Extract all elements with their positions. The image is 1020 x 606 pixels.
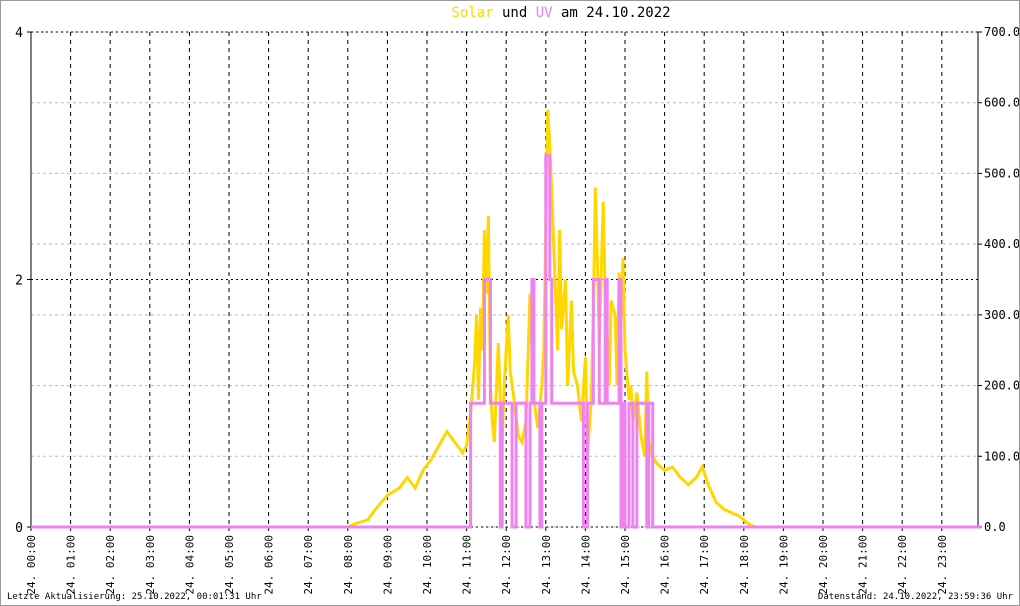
x-tick-label: 24. 07:00 <box>302 535 315 595</box>
x-tick-label: 24. 19:00 <box>777 535 790 595</box>
x-tick-label: 24. 01:00 <box>65 535 78 595</box>
x-tick-label: 24. 00:00 <box>25 535 38 595</box>
x-tick-label: 24. 16:00 <box>659 535 672 595</box>
right-tick-label: 100.0 <box>984 449 1020 463</box>
right-tick-label: 500.0 <box>984 166 1020 180</box>
chart-svg: 0.0100.0200.0300.0400.0500.0600.0700.002… <box>15 25 1020 595</box>
right-tick-label: 0.0 <box>984 520 1006 534</box>
x-tick-label: 24. 17:00 <box>698 535 711 595</box>
x-tick-label: 24. 12:00 <box>500 535 513 595</box>
x-tick-label: 24. 02:00 <box>104 535 117 595</box>
x-tick-label: 24. 08:00 <box>342 535 355 595</box>
x-tick-label: 24. 04:00 <box>183 535 196 595</box>
x-tick-label: 24. 13:00 <box>540 535 553 595</box>
x-tick-label: 24. 11:00 <box>461 535 474 595</box>
right-tick-label: 600.0 <box>984 96 1020 110</box>
chart-window: Solar und UV am 24.10.2022 0.0 100.0 200.0… <box>0 0 1020 606</box>
right-tick-label: 300.0 <box>984 308 1020 322</box>
right-tick-label: 200.0 <box>984 379 1020 393</box>
left-tick-label: 2 <box>15 274 23 289</box>
left-tick-label: 4 <box>15 26 23 41</box>
x-tick-label: 24. 14:00 <box>579 535 592 595</box>
x-tick-label: 24. 22:00 <box>896 535 909 595</box>
x-tick-label: 24. 20:00 <box>817 535 830 595</box>
x-tick-label: 24. 03:00 <box>144 535 157 595</box>
right-tick-label: 700.0 <box>984 25 1020 39</box>
x-tick-label: 24. 10:00 <box>421 535 434 595</box>
x-tick-label: 24. 09:00 <box>381 535 394 595</box>
x-tick-label: 24. 18:00 <box>738 535 751 595</box>
data-status-text: Datenstand: 24.10.2022, 23:59:36 Uhr <box>817 592 1013 602</box>
x-tick-label: 24. 06:00 <box>263 535 276 595</box>
x-tick-label: 24. 21:00 <box>857 535 870 595</box>
x-tick-label: 24. 15:00 <box>619 535 632 595</box>
last-update-text: Letzte Aktualisierung: 25.10.2022, 00:01… <box>7 592 262 602</box>
x-tick-label: 24. 05:00 <box>223 535 236 595</box>
right-tick-label: 400.0 <box>984 237 1020 251</box>
x-tick-label: 24. 23:00 <box>936 535 949 595</box>
left-tick-label: 0 <box>15 521 23 536</box>
